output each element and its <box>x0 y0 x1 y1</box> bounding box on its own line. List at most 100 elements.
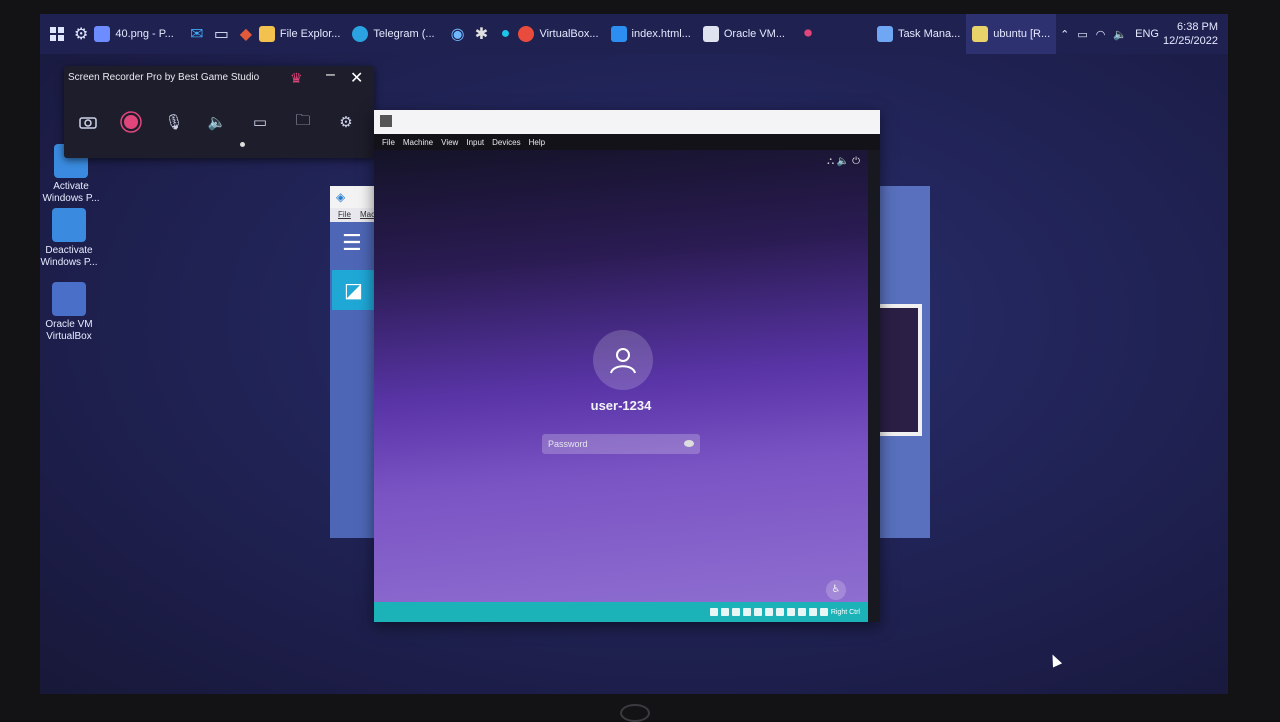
login-username: user-1234 <box>590 398 652 413</box>
camera-icon[interactable] <box>76 110 100 134</box>
vm-window-logo-icon <box>380 115 392 127</box>
recorder-taskbar-icon[interactable]: ⏺ <box>801 21 815 47</box>
folder-open-icon[interactable]: 🗀 <box>291 110 315 134</box>
vm-menu-help[interactable]: Help <box>529 138 545 147</box>
battery-icon[interactable]: ▭ <box>1077 28 1087 41</box>
recorder-toolbar: 🎙 🔈 ▭ 🗀 ⚙ <box>76 110 377 134</box>
monitor-icon[interactable]: ▭ <box>214 21 229 47</box>
chevron-up-icon[interactable]: ⌃ <box>1060 28 1069 41</box>
network-status-icon <box>742 608 751 616</box>
vm-titlebar[interactable] <box>374 110 880 134</box>
minimize-icon[interactable]: – <box>326 66 335 84</box>
audio-status-icon <box>731 608 740 616</box>
close-icon[interactable]: ✕ <box>350 68 363 88</box>
virtualbox-icon <box>702 26 719 42</box>
optical-status-icon <box>720 608 729 616</box>
settings-gear-icon[interactable]: ⚙ <box>74 21 88 47</box>
taskbar: ⚙ 40.png - P... ✉ ▭ ◆ File Explor... Tel… <box>40 14 1228 54</box>
clock[interactable]: 6:38 PM 12/25/2022 <box>1163 20 1228 48</box>
taskbar-item-label: index.html... <box>631 28 691 40</box>
wifi-icon[interactable]: ◠ <box>1096 28 1106 41</box>
taskbar-item-file-explorer[interactable]: File Explor... <box>253 14 347 54</box>
taskbar-item-vscode[interactable]: index.html... <box>605 14 697 54</box>
network-icon: ⛬ <box>827 156 835 167</box>
taskbar-item-label: Task Mana... <box>897 28 961 40</box>
taskbar-item-image-viewer[interactable]: 40.png - P... <box>88 14 180 54</box>
show-password-eye-icon[interactable] <box>684 440 694 447</box>
app-round-icon[interactable]: ◉ <box>451 21 465 47</box>
volume-icon[interactable]: 🔈 <box>1113 28 1127 41</box>
desktop-icon-deactivate[interactable]: Deactivate Windows P... <box>40 208 104 269</box>
vm-menu-machine[interactable]: Machine <box>403 138 433 147</box>
git-icon[interactable]: ◆ <box>239 21 253 47</box>
virtualbox-vm-icon <box>972 26 989 42</box>
taskbar-item-label: VirtualBox... <box>539 28 599 40</box>
vscode-icon <box>610 26 627 42</box>
crown-icon[interactable]: ♛ <box>290 70 303 87</box>
microphone-icon[interactable]: 🎙 <box>162 110 186 134</box>
desktop-icon-label: Activate Windows P... <box>42 181 100 204</box>
gnome-status-area[interactable]: ⛬ 🔈 ⏻ <box>827 156 860 167</box>
ubuntu-login-screen: ⛬ 🔈 ⏻ user-1234 ♿ <box>374 150 868 602</box>
audio-indicator-dot <box>240 142 245 147</box>
deactivate-app-icon <box>52 208 86 242</box>
taskbar-item-label: ubuntu [R... <box>993 28 1051 40</box>
usb-status-icon <box>753 608 762 616</box>
user-icon <box>610 348 636 374</box>
language-indicator[interactable]: ENG <box>1135 28 1159 40</box>
recorder-settings-icon[interactable]: ⚙ <box>334 110 358 134</box>
vm-menu-devices[interactable]: Devices <box>492 138 520 147</box>
folder-icon <box>258 26 275 42</box>
screen-area-icon[interactable]: ▭ <box>248 110 272 134</box>
user-avatar[interactable] <box>593 330 653 390</box>
taskbar-item-label: 40.png - P... <box>115 28 174 40</box>
vm-menu-input[interactable]: Input <box>466 138 484 147</box>
windows-start-icon[interactable] <box>50 21 64 47</box>
vm-menu-file[interactable]: File <box>382 138 395 147</box>
password-input[interactable] <box>542 434 700 454</box>
manager-menu-file[interactable]: File <box>338 210 351 219</box>
power-icon: ⏻ <box>852 156 860 167</box>
screen-recorder-widget[interactable]: Screen Recorder Pro by Best Game Studio … <box>64 66 374 158</box>
keyboard-status-icon <box>808 608 817 616</box>
task-manager-icon <box>876 26 893 42</box>
circle-app-icon[interactable]: ● <box>498 21 512 47</box>
accessibility-icon[interactable]: ♿ <box>826 580 846 600</box>
recorder-title: Screen Recorder Pro by Best Game Studio <box>68 72 260 83</box>
display-status-icon <box>775 608 784 616</box>
vm-menubar: File Machine View Input Devices Help <box>374 134 880 150</box>
monitor-logo-icon <box>620 704 650 722</box>
recording-status-icon <box>786 608 795 616</box>
record-button[interactable] <box>119 110 143 134</box>
tools-icon[interactable]: ☰ <box>342 230 362 256</box>
virtualbox-desktop-icon <box>52 282 86 316</box>
clock-date: 12/25/2022 <box>1162 35 1219 47</box>
taskbar-item-label: File Explor... <box>279 28 341 40</box>
mail-icon[interactable]: ✉ <box>190 21 204 47</box>
slack-icon[interactable]: ✱ <box>475 21 489 47</box>
ubuntu-vm-icon: ◪ <box>344 280 363 302</box>
taskbar-item-telegram[interactable]: Telegram (... <box>346 14 440 54</box>
desktop-icon-label: Deactivate Windows P... <box>40 245 98 268</box>
mouse-status-icon <box>819 608 828 616</box>
vm-statusbar: Right Ctrl <box>374 602 868 622</box>
taskbar-item-ubuntu-vm[interactable]: ubuntu [R... <box>966 14 1057 54</box>
virtualbox-logo-icon: ◈ <box>336 190 346 204</box>
desktop-icon-virtualbox[interactable]: Oracle VM VirtualBox <box>40 282 104 343</box>
taskbar-item-label: Oracle VM... <box>723 28 785 40</box>
hdd-status-icon <box>709 608 718 616</box>
taskbar-item-oracle-vm[interactable]: Oracle VM... <box>697 14 791 54</box>
system-tray: ⌃ ▭ ◠ 🔈 ENG 6:38 PM 12/25/2022 <box>1056 14 1228 54</box>
vm-menu-view[interactable]: View <box>441 138 458 147</box>
cpu-status-icon <box>797 608 806 616</box>
mouse-cursor-icon <box>1047 652 1063 668</box>
clock-time: 6:38 PM <box>1177 21 1219 33</box>
taskbar-item-task-manager[interactable]: Task Mana... <box>871 14 966 54</box>
volume-icon: 🔈 <box>836 156 850 167</box>
vm-list-item-selected[interactable]: ◪ <box>332 270 376 310</box>
taskbar-item-chrome-virtualbox[interactable]: VirtualBox... <box>512 14 604 54</box>
ubuntu-vm-window[interactable]: File Machine View Input Devices Help ⛬ 🔈… <box>374 110 880 622</box>
image-icon <box>94 26 111 42</box>
shared-folder-status-icon <box>764 608 773 616</box>
speaker-icon[interactable]: 🔈 <box>205 110 229 134</box>
